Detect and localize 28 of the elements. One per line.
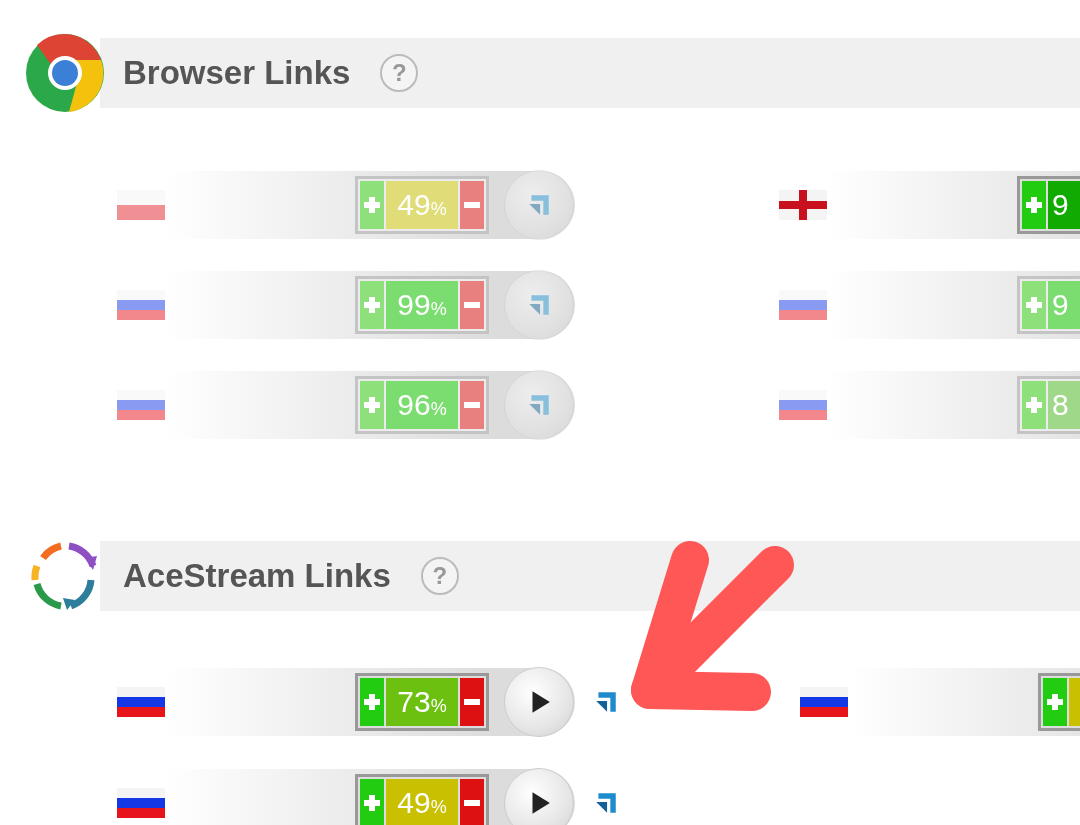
plus-icon[interactable]: [1022, 381, 1046, 429]
help-button[interactable]: ?: [380, 54, 419, 92]
rating-value: 73%: [386, 678, 458, 726]
plus-icon[interactable]: [1022, 281, 1046, 329]
rating-value: 9: [1048, 281, 1080, 329]
browser-logo-icon: [25, 33, 105, 113]
rating-value: 99%: [386, 281, 458, 329]
plus-icon[interactable]: [1022, 181, 1046, 229]
section-title: AceStream Links: [123, 557, 391, 595]
rating-value: 8: [1048, 381, 1080, 429]
help-button[interactable]: ?: [420, 557, 459, 595]
plus-icon[interactable]: [360, 281, 384, 329]
minus-icon[interactable]: [460, 281, 484, 329]
plus-icon[interactable]: [360, 181, 384, 229]
rating-value: 49%: [386, 181, 458, 229]
plus-icon[interactable]: [360, 678, 384, 726]
minus-icon[interactable]: [460, 678, 484, 726]
rating-value: 49%: [386, 779, 458, 825]
minus-icon[interactable]: [460, 381, 484, 429]
plus-icon[interactable]: [360, 779, 384, 825]
play-button[interactable]: [504, 768, 574, 825]
minus-icon[interactable]: [460, 779, 484, 825]
plus-icon[interactable]: [1043, 678, 1067, 726]
rating-value: 96%: [386, 381, 458, 429]
plus-icon[interactable]: [360, 381, 384, 429]
minus-icon[interactable]: [460, 181, 484, 229]
rating-value: 9: [1048, 181, 1080, 229]
section-title: Browser Links: [123, 54, 351, 92]
